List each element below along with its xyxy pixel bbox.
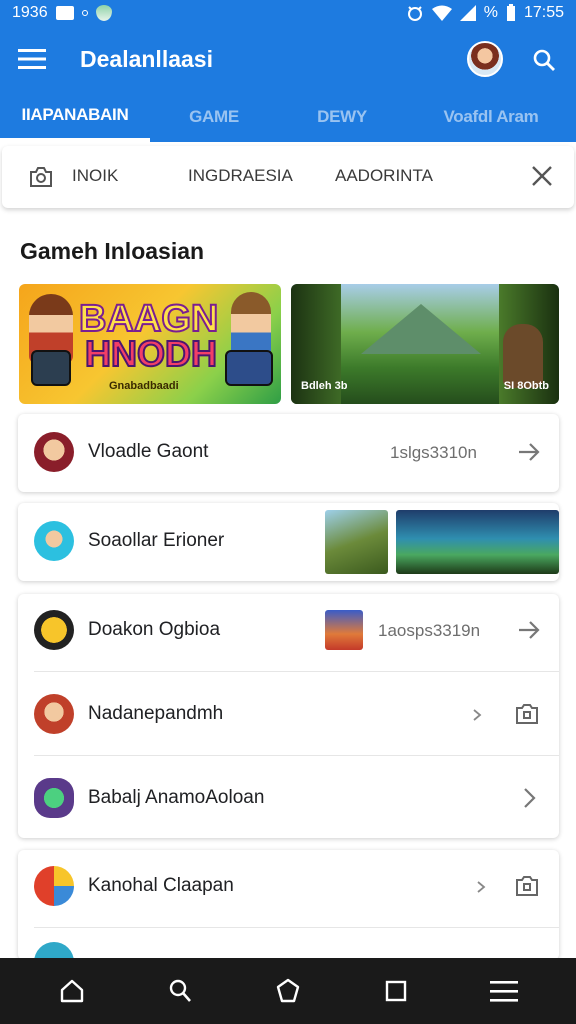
camera-filter-icon[interactable]: [28, 164, 54, 190]
list-item[interactable]: Kanohal Claapan: [18, 846, 559, 928]
divider: [34, 755, 559, 756]
bear-illustration: [503, 324, 543, 388]
game-avatar-icon: [34, 778, 74, 818]
camera-button[interactable]: [512, 699, 542, 729]
battery-icon: [506, 4, 515, 21]
chevron-right-icon: [524, 788, 536, 808]
signal-icon: [459, 5, 476, 21]
avatar[interactable]: [467, 41, 503, 77]
banner-label-right: SI 8Obtb: [503, 380, 549, 392]
list-item[interactable]: Soaollar Erioner: [18, 501, 559, 583]
camera-icon: [516, 876, 538, 896]
game-thumbnail[interactable]: [325, 510, 388, 574]
home-icon: [60, 979, 84, 1003]
system-nav-bar: [0, 958, 576, 1024]
game-thumbnail[interactable]: [396, 510, 559, 574]
notification-icon: [55, 6, 74, 20]
arrow-right-icon: [519, 443, 540, 461]
list-card: Kanohal Claapan: [18, 850, 559, 982]
list-card: Soaollar Erioner: [18, 503, 559, 581]
banner-label-left: Bdleh 3b: [301, 380, 348, 392]
list-item-label: Vloadle Gaont: [88, 441, 209, 462]
list-item[interactable]: Nadanepandmh: [18, 674, 559, 756]
menu-nav-button[interactable]: [480, 967, 528, 1015]
open-button[interactable]: [514, 615, 544, 645]
divider: [34, 927, 559, 928]
status-time-left: 1936: [12, 4, 48, 21]
menu-nav-icon: [490, 981, 518, 1002]
banner-title-line2: HNODH: [84, 333, 218, 374]
tab-iiapanabain[interactable]: IIAPANABAIN: [0, 92, 150, 142]
list-item[interactable]: Vloadle Gaont 1slgs3310n: [18, 412, 559, 494]
status-bar: 1936 % 17:55: [0, 0, 576, 26]
list-item-label: Nadanepandmh: [88, 703, 224, 724]
tab-voafdl-aram[interactable]: Voafdl Aram: [406, 92, 576, 142]
filter-chip-aadorinta[interactable]: AADORINTA: [335, 166, 433, 186]
filter-chip-inoik[interactable]: INOIK: [72, 166, 118, 186]
banner-game-1[interactable]: BAAGN HNODH Gnabadbaadi: [19, 284, 281, 404]
filter-chip-ingdraesia[interactable]: INGDRAESIA: [188, 166, 293, 186]
list-item-label: Babalj AnamoAoloan: [88, 787, 265, 808]
game-thumbnail[interactable]: [325, 610, 363, 650]
menu-button[interactable]: [0, 26, 64, 92]
tab-bar: IIAPANABAIN GAME DEWY Voafdl Aram: [0, 92, 576, 142]
dot-icon: [81, 10, 88, 16]
divider: [34, 671, 559, 672]
menu-icon: [18, 49, 46, 69]
camera-icon: [516, 704, 538, 724]
tab-dewy[interactable]: DEWY: [278, 92, 406, 142]
list-item-label: Doakon Ogbioa: [88, 619, 221, 640]
battery-text: %: [483, 4, 498, 21]
list-item-meta: 1slgs3310n: [390, 443, 477, 462]
search-nav-button[interactable]: [156, 967, 204, 1015]
game-avatar-icon: [34, 521, 74, 561]
arrow-right-icon: [519, 621, 540, 639]
small-arrow-icon: [477, 881, 486, 893]
hexagon-icon: [276, 978, 300, 1003]
home-button[interactable]: [48, 967, 96, 1015]
list-item-label: Kanohal Claapan: [88, 875, 234, 896]
alarm-icon: [407, 6, 422, 21]
list-item-label: Soaollar Erioner: [88, 530, 225, 551]
list-card: Vloadle Gaont 1slgs3310n: [18, 414, 559, 492]
game-avatar-icon: [34, 610, 74, 650]
recents-button[interactable]: [372, 967, 420, 1015]
list-item-meta: 1aosps3319n: [378, 621, 481, 640]
close-button[interactable]: [526, 160, 558, 192]
camera-button[interactable]: [512, 871, 542, 901]
close-icon: [532, 166, 552, 186]
list-item[interactable]: Doakon Ogbioa 1aosps3319n: [18, 590, 559, 672]
game-avatar-icon: [34, 432, 74, 472]
wifi-icon: [431, 5, 452, 21]
square-icon: [385, 980, 407, 1002]
mountain-illustration: [361, 304, 481, 354]
list-item[interactable]: Babalj AnamoAoloan: [18, 758, 559, 840]
game-avatar-icon: [34, 866, 74, 906]
small-arrow-icon: [473, 709, 482, 721]
camera-illustration: [31, 350, 71, 386]
screen-illustration: [225, 350, 273, 386]
banner-game-2[interactable]: Bdleh 3b SI 8Obtb: [291, 284, 559, 404]
game-avatar-icon: [34, 694, 74, 734]
list-card: Doakon Ogbioa 1aosps3319n Nadanepandmh B…: [18, 594, 559, 838]
search-button[interactable]: [524, 40, 564, 80]
filter-bar: INOIK INGDRAESIA AADORINTA: [2, 146, 574, 208]
app-title: Dealanllaasi: [80, 45, 213, 72]
search-nav-icon: [169, 979, 191, 1002]
shield-icon: [95, 5, 112, 21]
app-bar: Dealanllaasi: [0, 26, 576, 92]
status-clock: 17:55: [523, 4, 564, 21]
banner-subtitle: Gnabadbaadi: [109, 380, 179, 392]
tab-game[interactable]: GAME: [150, 92, 278, 142]
open-button[interactable]: [514, 437, 544, 467]
chevron-button[interactable]: [514, 783, 544, 813]
hexagon-button[interactable]: [264, 967, 312, 1015]
section-title: Gameh Inloasian: [20, 238, 205, 264]
search-icon: [533, 49, 555, 71]
